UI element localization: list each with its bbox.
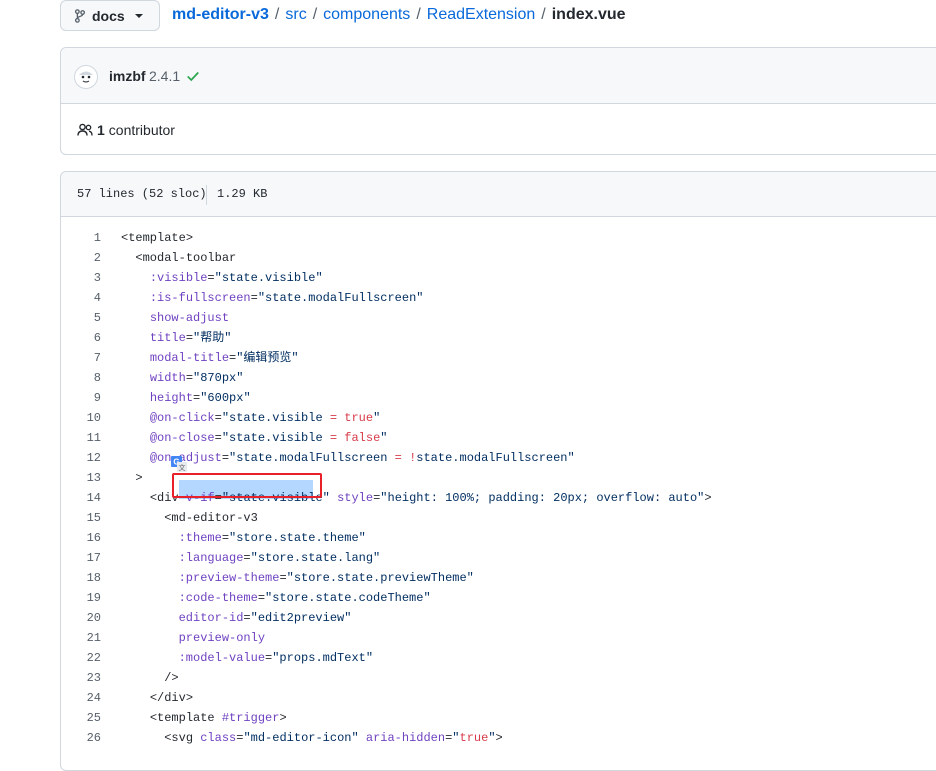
code-text: :preview-theme="store.state.previewTheme… — [178, 571, 474, 585]
line-number[interactable]: 8 — [61, 368, 101, 388]
branch-name: docs — [92, 7, 125, 24]
code-text: show-adjust — [149, 311, 230, 325]
code-text: height="600px" — [149, 391, 251, 405]
commit-message-link[interactable]: 2.4.1 — [149, 68, 180, 84]
breadcrumb-separator: / — [274, 6, 280, 23]
code-text: @on-close="state.visible = false" — [149, 431, 388, 445]
avatar-face-icon — [76, 67, 96, 87]
breadcrumb-repo-link[interactable]: md-editor-v3 — [172, 6, 269, 24]
line-number[interactable]: 5 — [61, 308, 101, 328]
line-number[interactable]: 11 — [61, 428, 101, 448]
code-text: :code-theme="store.state.codeTheme" — [178, 591, 431, 605]
code-text: @on-click="state.visible = true" — [149, 411, 381, 425]
contributors-count: 1 — [97, 122, 105, 138]
file-size: 1.29 KB — [217, 187, 268, 201]
line-number[interactable]: 15 — [61, 508, 101, 528]
chevron-down-icon — [134, 13, 143, 18]
breadcrumb-link-src[interactable]: src — [285, 6, 306, 24]
branch-selector-button[interactable]: docs — [60, 0, 160, 31]
line-number[interactable]: 25 — [61, 708, 101, 728]
annotation-box — [172, 473, 322, 498]
code-text: :is-fullscreen="state.modalFullscreen" — [149, 291, 424, 305]
code-text: <svg class="md-editor-icon" aria-hidden=… — [164, 731, 503, 745]
file-line-count: 57 lines (52 sloc) — [77, 187, 207, 201]
line-number[interactable]: 13 — [61, 468, 101, 488]
breadcrumb: md-editor-v3 / src / components / ReadEx… — [172, 6, 626, 24]
line-number[interactable]: 17 — [61, 548, 101, 568]
line-number[interactable]: 18 — [61, 568, 101, 588]
code-text: > — [135, 471, 143, 485]
line-number[interactable]: 24 — [61, 688, 101, 708]
check-icon[interactable] — [186, 69, 200, 83]
code-text: <template #trigger> — [149, 711, 287, 725]
code-text: /> — [164, 671, 179, 685]
line-number[interactable]: 21 — [61, 628, 101, 648]
line-number[interactable]: 19 — [61, 588, 101, 608]
code-text: width="870px" — [149, 371, 244, 385]
line-number[interactable]: 10 — [61, 408, 101, 428]
breadcrumb-link-readextension[interactable]: ReadExtension — [427, 6, 536, 24]
code-text: </div> — [149, 691, 194, 705]
breadcrumb-separator: / — [541, 6, 546, 23]
code-text: <md-editor-v3 — [164, 511, 258, 525]
git-branch-icon — [74, 8, 86, 23]
code-text: :theme="store.state.theme" — [178, 531, 366, 545]
code-text: :model-value="props.mdText" — [178, 651, 374, 665]
code-text: :language="store.state.lang" — [178, 551, 381, 565]
line-number[interactable]: 14 — [61, 488, 101, 508]
commit-header: imzbf 2.4.1 — [61, 48, 936, 104]
code-text: title="帮助" — [149, 331, 232, 345]
line-number[interactable]: 3 — [61, 268, 101, 288]
file-viewer: 57 lines (52 sloc) 1.29 KB 1 <template> 2 … — [60, 171, 936, 771]
svg-text:文: 文 — [179, 463, 186, 472]
line-number[interactable]: 16 — [61, 528, 101, 548]
google-translate-icon[interactable]: G 文 — [171, 456, 187, 472]
breadcrumb-link-components[interactable]: components — [323, 6, 410, 24]
line-number[interactable]: 4 — [61, 288, 101, 308]
line-number[interactable]: 26 — [61, 728, 101, 748]
code-text: <template> — [121, 231, 194, 245]
code-text: @on-adjust="state.modalFullscreen = !sta… — [149, 451, 575, 465]
line-number[interactable]: 1 — [61, 228, 101, 248]
line-number[interactable]: 23 — [61, 668, 101, 688]
code-text: modal-title="编辑预览" — [149, 351, 299, 365]
divider — [206, 185, 207, 205]
line-number[interactable]: 9 — [61, 388, 101, 408]
line-number[interactable]: 20 — [61, 608, 101, 628]
latest-commit-box: imzbf 2.4.1 1 contributor — [60, 47, 936, 155]
commit-author-link[interactable]: imzbf — [109, 68, 146, 84]
contributors-label: contributor — [108, 122, 175, 138]
breadcrumb-separator: / — [416, 6, 421, 23]
code-text: editor-id="edit2preview" — [178, 611, 352, 625]
line-number[interactable]: 2 — [61, 248, 101, 268]
line-number[interactable]: 7 — [61, 348, 101, 368]
line-number[interactable]: 12 — [61, 448, 101, 468]
breadcrumb-current-file: index.vue — [551, 6, 626, 23]
file-info-header: 57 lines (52 sloc) 1.29 KB — [61, 172, 936, 217]
line-number[interactable]: 22 — [61, 648, 101, 668]
people-icon — [77, 123, 93, 136]
breadcrumb-separator: / — [312, 6, 318, 23]
code-text: <modal-toolbar — [135, 251, 237, 265]
contributors-link[interactable]: 1 contributor — [77, 122, 175, 138]
line-number[interactable]: 6 — [61, 328, 101, 348]
code-text: preview-only — [178, 631, 266, 645]
code-text: :visible="state.visible" — [149, 271, 323, 285]
avatar[interactable] — [74, 65, 98, 89]
